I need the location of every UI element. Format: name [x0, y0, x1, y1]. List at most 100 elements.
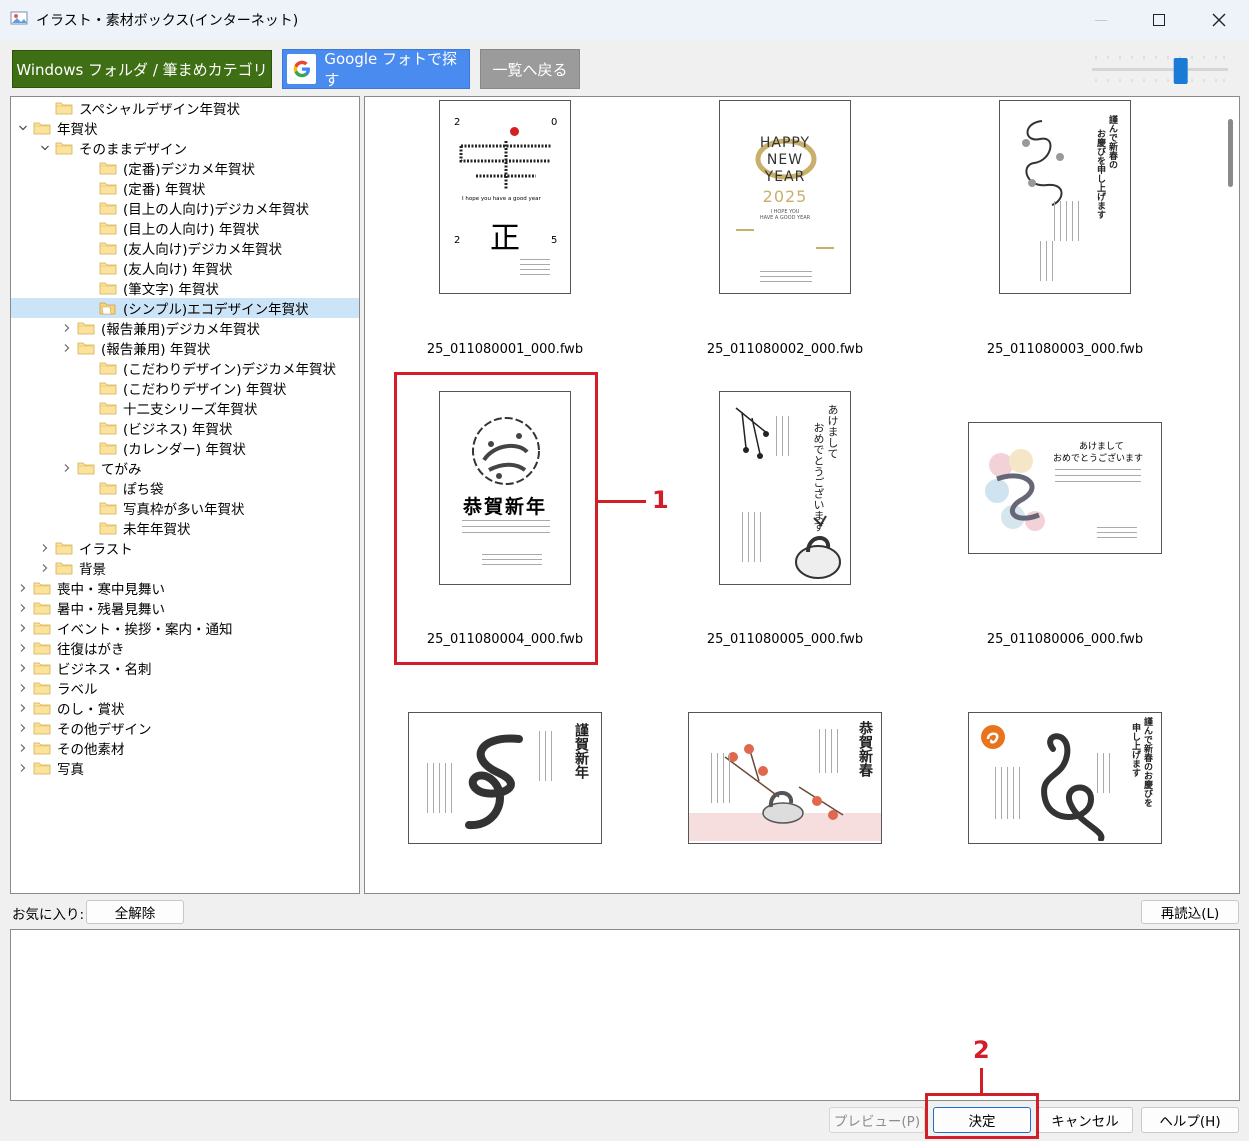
tree-item[interactable]: (目上の人向け)デジカメ年賀状	[11, 198, 359, 218]
tree-item-label: (報告兼用) 年賀状	[101, 342, 211, 358]
tree-item[interactable]: (カレンダー) 年賀状	[11, 438, 359, 458]
tree-item[interactable]: のし・賞状	[11, 698, 359, 718]
tree-item[interactable]: その他素材	[11, 738, 359, 758]
tree-item-label: 背景	[79, 562, 106, 578]
tree-item[interactable]: (報告兼用) 年賀状	[11, 338, 359, 358]
folder-icon	[33, 761, 51, 775]
folder-icon	[99, 521, 117, 535]
tree-item[interactable]: スペシャルデザイン年賀状	[11, 98, 359, 118]
card-headline: HAPPY	[759, 135, 811, 151]
chevron-right-icon[interactable]	[17, 618, 29, 638]
template-thumbnail[interactable]: 2 0 2 5 I hope you have a good year 正	[439, 100, 571, 294]
help-button[interactable]: ヘルプ(H)	[1141, 1107, 1239, 1133]
tree-item[interactable]: イベント・挨拶・案内・通知	[11, 618, 359, 638]
chevron-right-icon[interactable]	[17, 578, 29, 598]
card-headline: おめでとうございます	[1053, 454, 1144, 464]
tree-item[interactable]: (目上の人向け) 年賀状	[11, 218, 359, 238]
tree-item[interactable]: (こだわりデザイン) 年賀状	[11, 378, 359, 398]
template-thumbnail[interactable]: 謹んで新春のお慶びを申し上げます	[999, 100, 1131, 294]
minimize-icon	[1095, 19, 1107, 21]
chevron-right-icon[interactable]	[39, 558, 51, 578]
tree-item[interactable]: (定番)デジカメ年賀状	[11, 158, 359, 178]
chevron-right-icon[interactable]	[39, 538, 51, 558]
template-thumbnail[interactable]: 謹んで新春のお慶びを申し上げます	[968, 712, 1162, 844]
pastel-clouds-icon	[985, 449, 1045, 531]
tree-item[interactable]: 未年年賀状	[11, 518, 359, 538]
chevron-right-icon[interactable]	[17, 698, 29, 718]
tree-item-label: (報告兼用)デジカメ年賀状	[101, 322, 261, 338]
chevron-right-icon[interactable]	[61, 338, 73, 358]
tree-item[interactable]: 十二支シリーズ年賀状	[11, 398, 359, 418]
template-thumbnail[interactable]: HAPPY NEW YEAR 2025 I HOPE YOU HAVE A GOOD YE…	[719, 100, 851, 294]
tree-item[interactable]: 暑中・残暑見舞い	[11, 598, 359, 618]
preview-button[interactable]: プレビュー(P)	[829, 1107, 925, 1133]
close-button[interactable]	[1190, 0, 1248, 40]
folder-open-icon	[99, 301, 117, 315]
tree-item[interactable]: そのままデザイン	[11, 138, 359, 158]
favorites-label: お気に入り:	[12, 907, 85, 923]
minimize-button[interactable]	[1072, 0, 1130, 40]
tree-item[interactable]: (ビジネス) 年賀状	[11, 418, 359, 438]
snake-figure-icon	[795, 515, 841, 579]
tree-item[interactable]: (友人向け)デジカメ年賀状	[11, 238, 359, 258]
category-tree[interactable]: スペシャルデザイン年賀状 年賀状 そのままデザイン (定番)デジカメ年賀状 (定番) 年…	[10, 96, 360, 894]
chevron-right-icon[interactable]	[17, 658, 29, 678]
tree-item[interactable]: てがみ	[11, 458, 359, 478]
windows-folder-button[interactable]: Windows フォルダ / 筆まめカテゴリ	[12, 50, 272, 88]
rope-snake-icon	[459, 141, 551, 189]
chevron-right-icon[interactable]	[17, 598, 29, 618]
tree-item[interactable]: ビジネス・名刺	[11, 658, 359, 678]
card-vertical-text: あけまして	[826, 404, 839, 459]
tree-item-label: その他素材	[57, 742, 125, 758]
black-snake-icon	[1041, 733, 1105, 841]
tree-item[interactable]: 写真	[11, 758, 359, 778]
template-thumbnail[interactable]: 恭賀新春	[688, 712, 882, 844]
chevron-right-icon[interactable]	[17, 678, 29, 698]
chevron-right-icon[interactable]	[17, 758, 29, 778]
tree-item[interactable]: (こだわりデザイン)デジカメ年賀状	[11, 358, 359, 378]
card-digit: 5	[551, 235, 558, 246]
cancel-button[interactable]: キャンセル	[1037, 1107, 1133, 1133]
chevron-right-icon[interactable]	[17, 638, 29, 658]
tree-item[interactable]: ぽち袋	[11, 478, 359, 498]
template-thumbnail[interactable]: あけまして おめでとうございます	[968, 422, 1162, 554]
tree-item[interactable]: (シンプル)エコデザイン年賀状	[11, 298, 359, 318]
template-thumbnail[interactable]: あけまして おめでとうございます	[719, 391, 851, 585]
zoom-slider-thumb[interactable]	[1173, 58, 1188, 84]
chevron-right-icon[interactable]	[61, 318, 73, 338]
tree-item[interactable]: (報告兼用)デジカメ年賀状	[11, 318, 359, 338]
folder-icon	[99, 481, 117, 495]
chevron-right-icon[interactable]	[17, 738, 29, 758]
chevron-down-icon[interactable]	[17, 118, 29, 138]
card-year: 2025	[762, 187, 808, 206]
tree-item[interactable]: (定番) 年賀状	[11, 178, 359, 198]
favorites-panel[interactable]	[10, 929, 1240, 1101]
tree-item[interactable]: 年賀状	[11, 118, 359, 138]
tree-item[interactable]: ラベル	[11, 678, 359, 698]
tree-item[interactable]: イラスト	[11, 538, 359, 558]
back-to-list-button[interactable]: 一覧へ戻る	[480, 49, 580, 89]
google-photos-button[interactable]: Google フォトで探す	[282, 49, 470, 89]
clear-all-button[interactable]: 全解除	[86, 900, 184, 924]
template-thumbnail[interactable]: 謹賀新年	[408, 712, 602, 844]
chevron-right-icon[interactable]	[61, 458, 73, 478]
tree-item[interactable]: その他デザイン	[11, 718, 359, 738]
annotation-number-1: 1	[652, 486, 669, 514]
tree-item-label: 写真	[57, 762, 84, 778]
grid-scrollbar-thumb[interactable]	[1228, 119, 1233, 187]
tree-item[interactable]: (友人向け) 年賀状	[11, 258, 359, 278]
reload-button[interactable]: 再読込(L)	[1141, 900, 1239, 924]
grid-scrollbar[interactable]	[1221, 97, 1239, 893]
tree-item[interactable]: 背景	[11, 558, 359, 578]
tree-item[interactable]: 往復はがき	[11, 638, 359, 658]
zoom-slider[interactable]	[1090, 54, 1230, 84]
maximize-button[interactable]	[1130, 0, 1188, 40]
chevron-right-icon[interactable]	[17, 718, 29, 738]
tree-item[interactable]: 喪中・寒中見舞い	[11, 578, 359, 598]
chevron-down-icon[interactable]	[39, 138, 51, 158]
folder-icon	[33, 581, 51, 595]
tree-item[interactable]: (筆文字) 年賀状	[11, 278, 359, 298]
tree-item[interactable]: 写真枠が多い年賀状	[11, 498, 359, 518]
